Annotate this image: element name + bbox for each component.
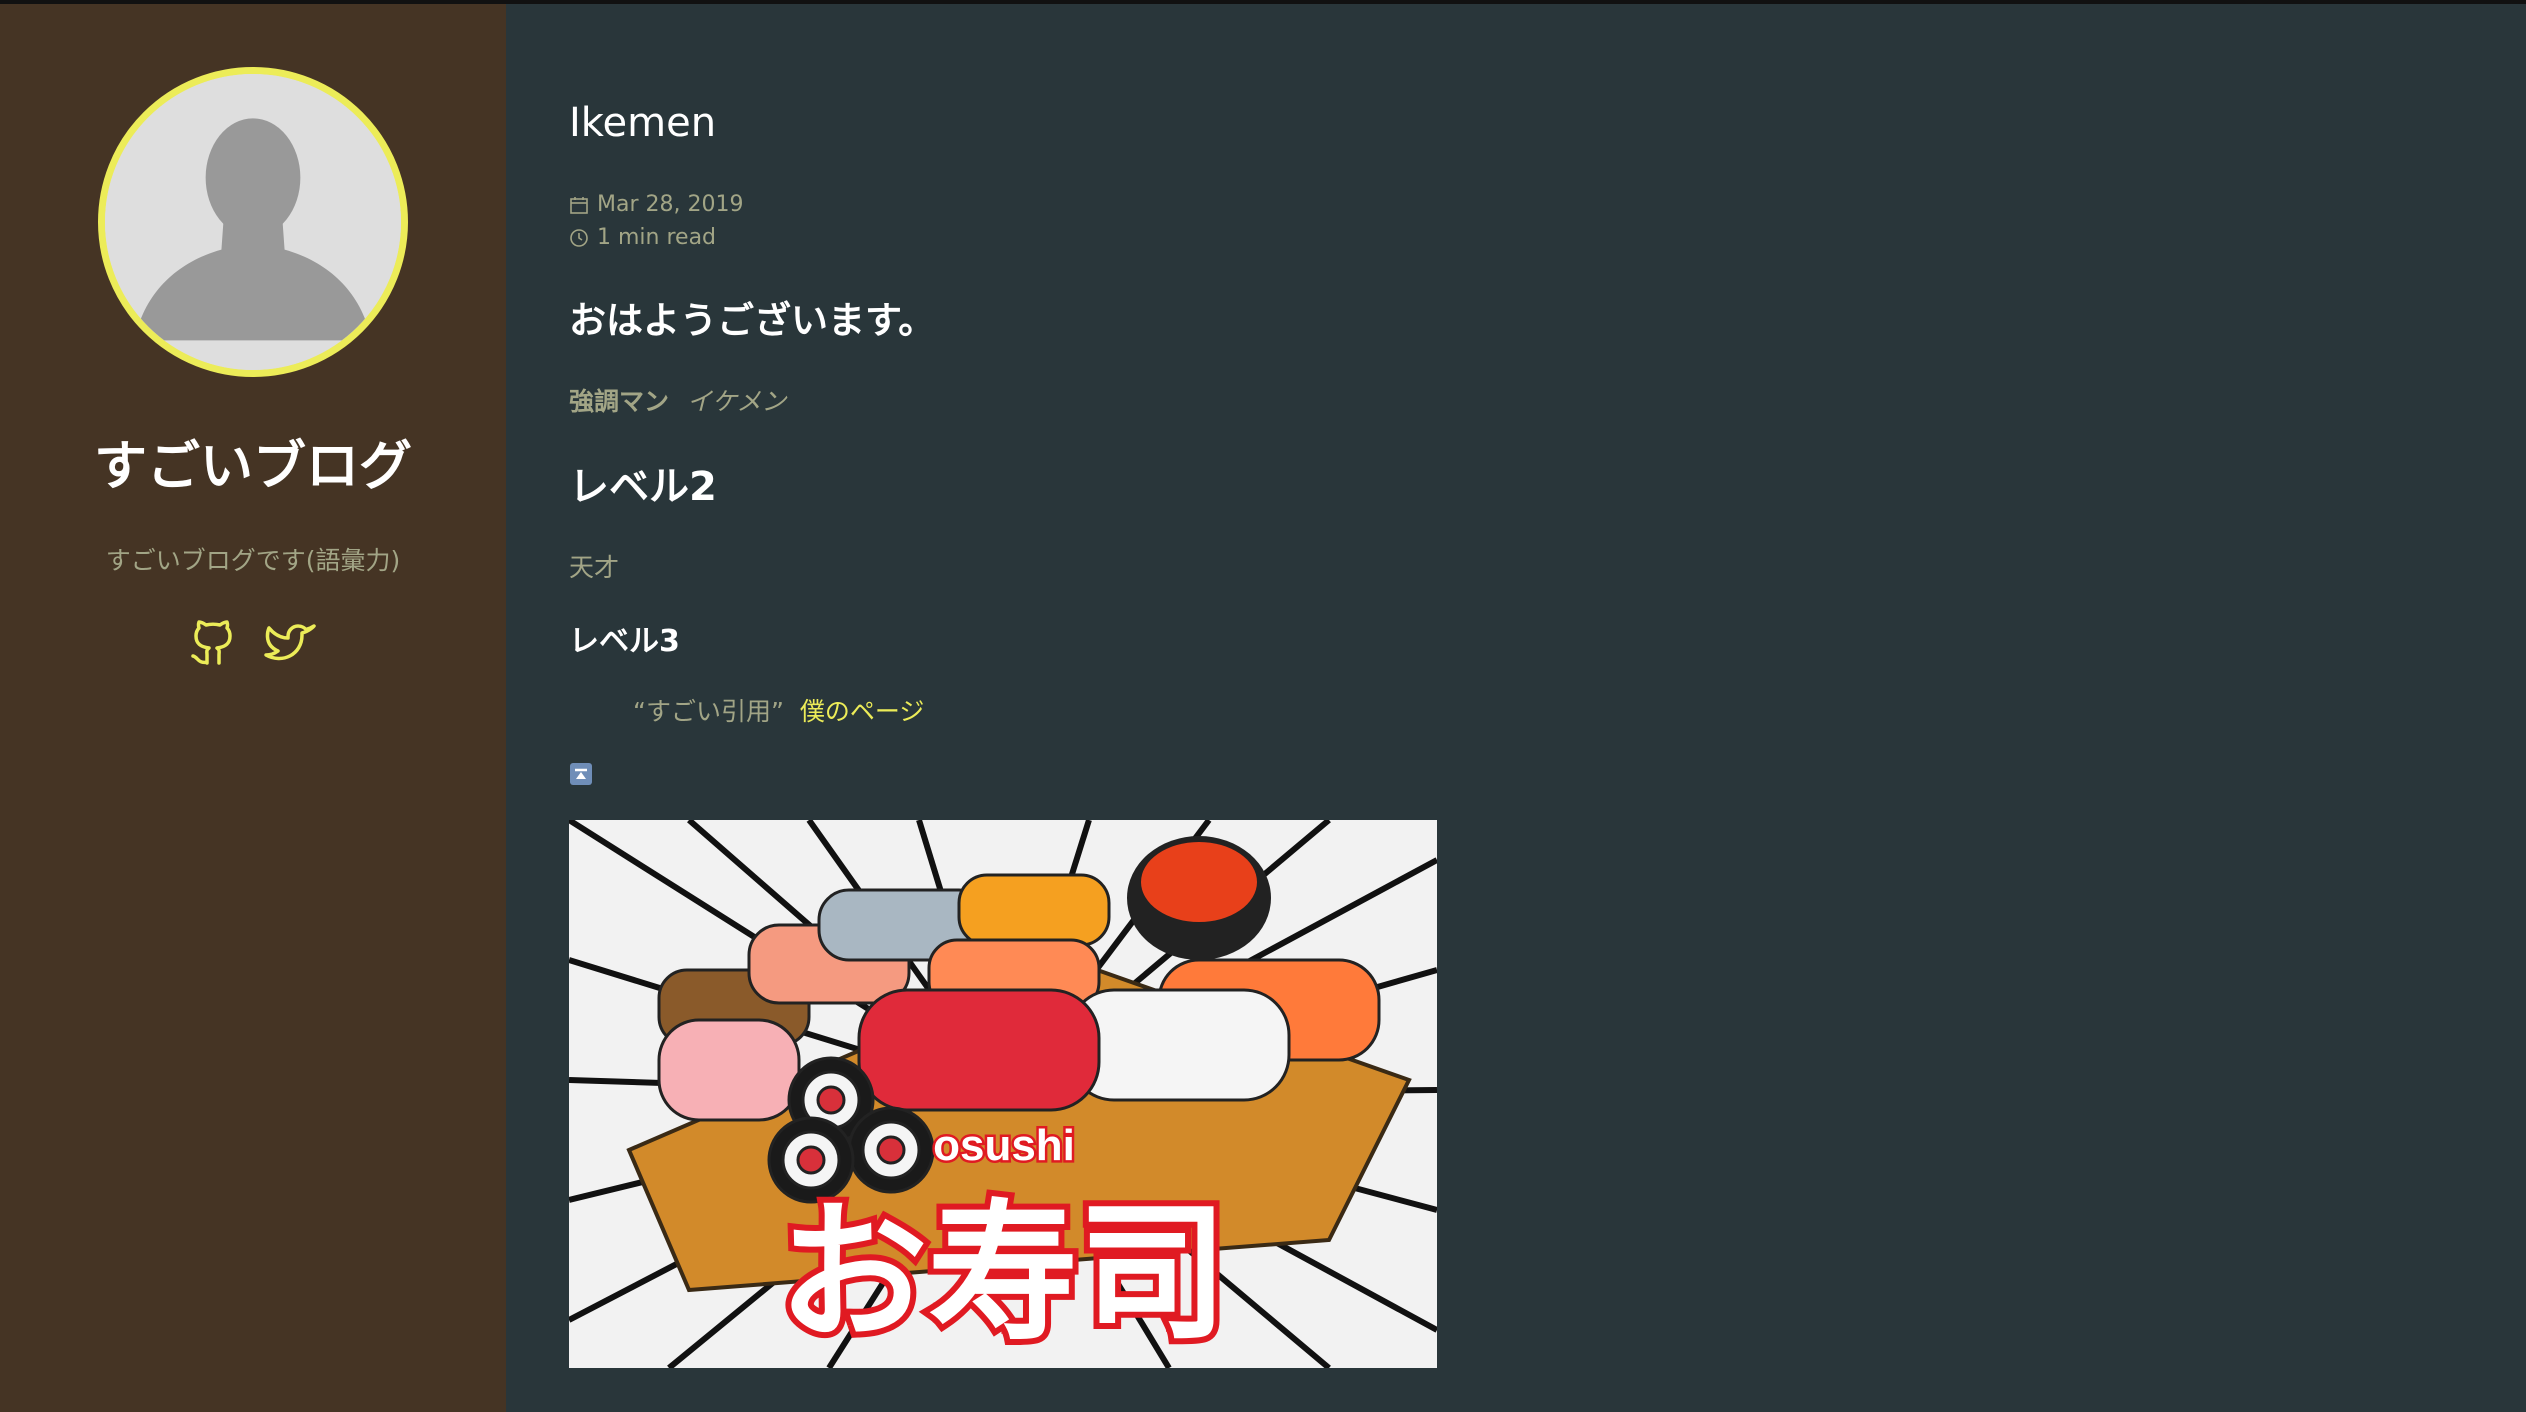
clock-icon xyxy=(570,228,588,247)
post-date: Mar 28, 2019 xyxy=(569,192,743,217)
post-read-time: 1 min read xyxy=(569,225,716,250)
sushi-image: osushi お寿司 xyxy=(569,820,1437,1368)
main-content: Ikemen Mar 28, 2019 1 min read おはようございます… xyxy=(569,0,2469,1412)
emphasis-line: 強調マン イケメン xyxy=(569,382,786,418)
italic-text: イケメン xyxy=(686,387,787,416)
sidebar: すごいブログ すごいブログです(語彙力) xyxy=(0,4,506,1412)
greeting-heading: おはようございます。 xyxy=(569,299,936,342)
post-date-text: Mar 28, 2019 xyxy=(597,192,744,217)
twitter-icon xyxy=(264,624,316,661)
image-caption-small: osushi xyxy=(933,1121,1075,1170)
post-read-time-text: 1 min read xyxy=(597,225,717,250)
avatar-placeholder-icon xyxy=(105,74,401,370)
github-icon xyxy=(191,620,232,665)
genius-text: 天才 xyxy=(569,553,620,582)
site-description: すごいブログです(語彙力) xyxy=(105,546,401,575)
image-caption-large: お寿司 xyxy=(778,1187,1228,1361)
my-page-link[interactable]: 僕のページ xyxy=(800,697,925,726)
blockquote: “すごい引用” 僕のページ xyxy=(633,692,924,728)
strong-text: 強調マン xyxy=(569,387,670,416)
post-title[interactable]: Ikemen xyxy=(569,100,716,146)
sushi-illustration: osushi お寿司 xyxy=(569,820,1437,1368)
avatar xyxy=(98,67,408,377)
twitter-link[interactable] xyxy=(264,616,318,670)
emoji-top-icon xyxy=(570,763,592,785)
level3-heading: レベル3 xyxy=(569,624,680,659)
calendar-icon xyxy=(570,196,588,214)
quote-text: “すごい引用” xyxy=(633,697,784,726)
level2-heading: レベル2 xyxy=(569,464,717,510)
github-link[interactable] xyxy=(186,616,240,670)
social-links xyxy=(186,616,326,670)
site-title[interactable]: すごいブログ xyxy=(0,424,506,500)
